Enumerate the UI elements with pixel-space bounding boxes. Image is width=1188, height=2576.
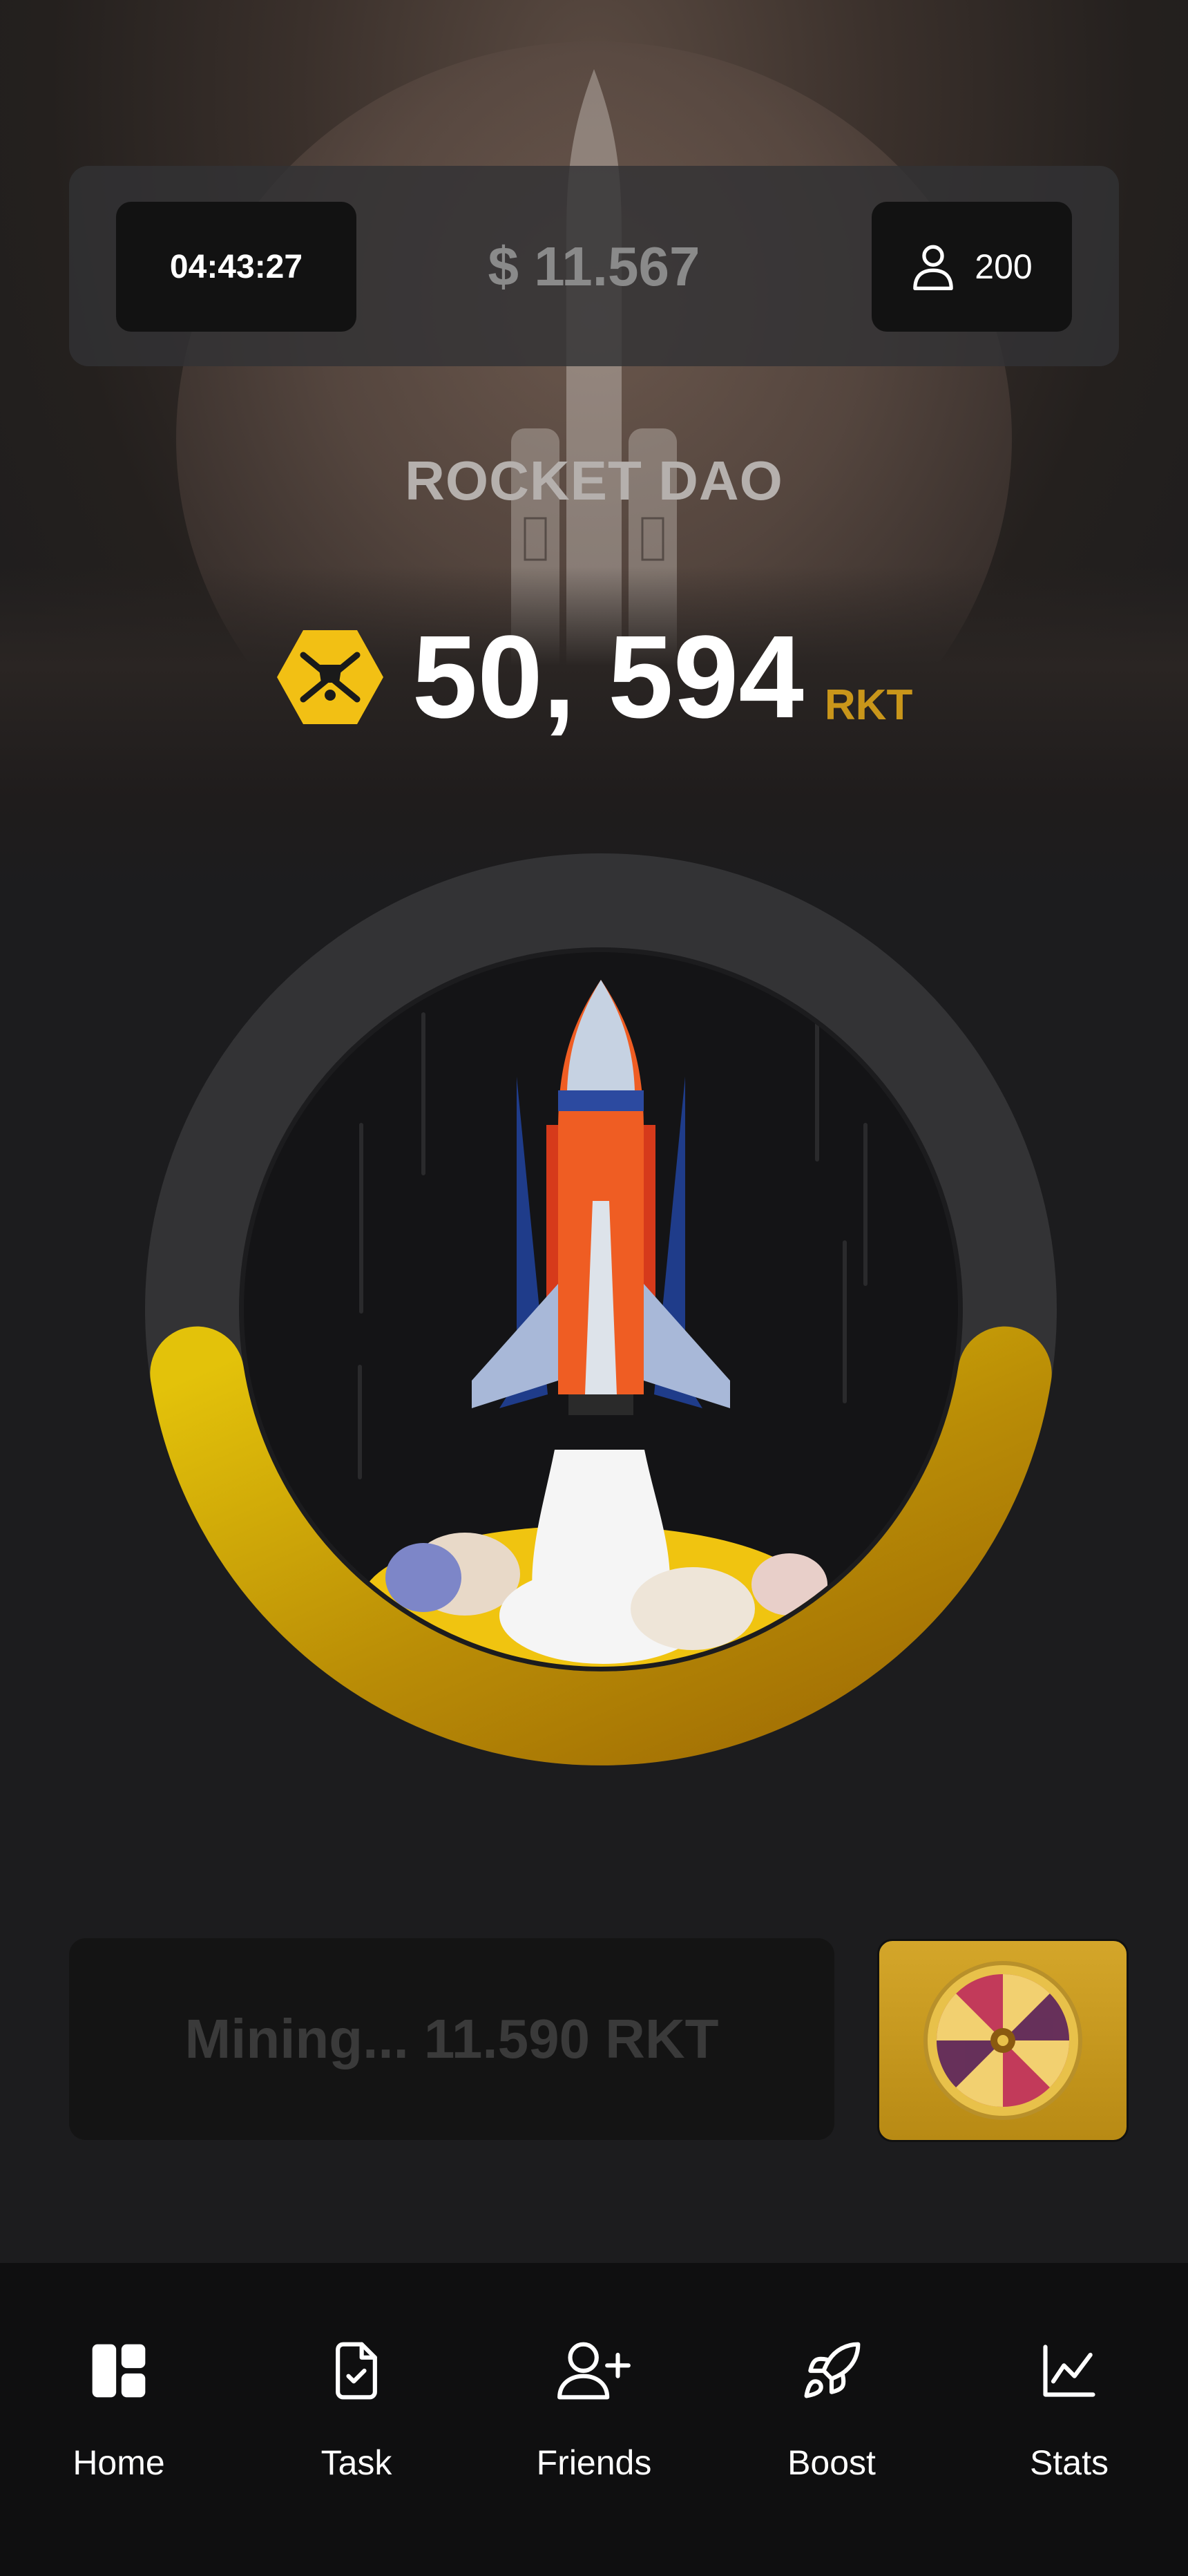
nav-task-label: Task [320, 2443, 392, 2482]
line-chart-icon [1043, 2345, 1095, 2397]
user-icon [913, 245, 954, 290]
nav-friends[interactable]: Friends [490, 2339, 698, 2483]
user-plus-icon [557, 2342, 631, 2400]
mining-progress-ring[interactable] [142, 850, 1060, 1769]
nav-home-label: Home [73, 2443, 165, 2482]
friends-count-button[interactable]: 200 [872, 202, 1072, 332]
rocket-launch-window [244, 952, 958, 1667]
brand-title: ROCKET DAO [405, 450, 783, 511]
mining-value: 11.590 [423, 2008, 591, 2070]
token-balance: 50, 594 RKT [0, 608, 1188, 746]
nav-task[interactable]: Task [253, 2339, 460, 2483]
nav-stats-label: Stats [1030, 2443, 1109, 2482]
nav-home[interactable]: Home [15, 2339, 222, 2483]
pickaxe-coin-icon [276, 630, 383, 724]
mining-unit: RKT [605, 2008, 719, 2070]
nav-stats[interactable]: Stats [966, 2339, 1173, 2483]
fortune-wheel-button[interactable] [877, 1939, 1129, 2142]
file-check-icon [336, 2342, 377, 2400]
dashboard-icon [92, 2344, 146, 2398]
token-unit: RKT [824, 681, 913, 729]
mining-status-button[interactable]: Mining... 11.590 RKT [69, 1938, 834, 2140]
rocket-launch-illustration [358, 980, 868, 1667]
rocket-icon [804, 2342, 861, 2398]
nav-boost-label: Boost [787, 2443, 876, 2482]
token-balance-value: 50, 594 [412, 612, 804, 743]
bottom-navigation: Home Task Friends Boost Stats [0, 2263, 1188, 2576]
nav-boost[interactable]: Boost [728, 2339, 935, 2483]
nav-friends-label: Friends [536, 2443, 652, 2482]
friends-count-value: 200 [975, 247, 1033, 286]
countdown-timer: 04:43:27 [116, 202, 356, 332]
mining-label: Mining... [184, 2008, 409, 2070]
fortune-wheel-icon [923, 1961, 1082, 2120]
usd-balance: $ 11.567 [488, 236, 700, 297]
rocket [472, 980, 730, 1415]
